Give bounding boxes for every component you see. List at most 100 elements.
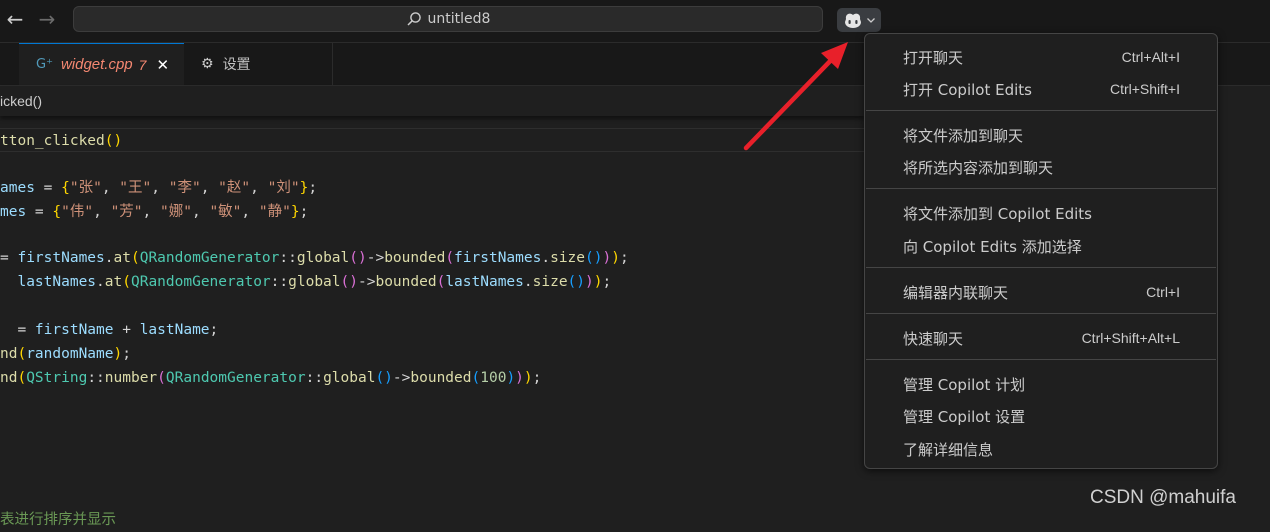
breadcrumb[interactable]: icked() — [0, 86, 864, 116]
menu-separator — [866, 188, 1216, 189]
cpp-file-icon: G⁺ — [36, 57, 53, 72]
settings-icon: ⚙ — [201, 56, 214, 72]
code-token: QRandomGenerator — [165, 370, 306, 386]
code-token: ) — [611, 250, 620, 266]
menu-item-label: 快速聊天 — [903, 329, 964, 348]
code-token: tton_clicked — [0, 133, 105, 149]
menu-item[interactable]: 管理 Copilot 计划 — [865, 370, 1217, 398]
code-line[interactable]: ames = {"张", "王", "李", "赵", "刘"}; — [0, 176, 317, 200]
code-token: , — [142, 204, 161, 220]
menu-item[interactable]: 了解详细信息 — [865, 435, 1217, 463]
code-token: . — [104, 250, 114, 266]
code-token: firstName — [34, 322, 114, 338]
search-text: untitled8 — [427, 11, 491, 27]
code-token: firstNames — [454, 250, 542, 266]
code-token: 表进行排序并显示 — [0, 512, 116, 528]
menu-item-shortcut: Ctrl+I — [1146, 284, 1180, 300]
code-token: , — [191, 204, 210, 220]
code-line[interactable]: mes = {"伟", "芳", "娜", "敏", "静"}; — [0, 200, 308, 224]
back-arrow-icon[interactable]: ← — [3, 8, 27, 32]
tab-label: widget.cpp — [60, 56, 133, 73]
code-token: "张" — [69, 180, 102, 196]
code-token: = — [26, 204, 53, 220]
code-token: ; — [122, 346, 131, 362]
code-token: ( — [17, 370, 27, 386]
code-token: ; — [308, 180, 318, 196]
code-token: ; — [299, 204, 309, 220]
menu-separator — [866, 359, 1216, 360]
menu-item[interactable]: 打开 Copilot Edits Ctrl+Shift+I — [865, 75, 1217, 103]
code-token: "静" — [258, 204, 291, 220]
code-line[interactable]: = firstNames.at(QRandomGenerator::global… — [0, 246, 629, 270]
menu-item-shortcut: Ctrl+Alt+I — [1121, 49, 1180, 65]
code-token: -> — [366, 250, 385, 266]
forward-arrow-icon[interactable]: → — [35, 8, 59, 32]
code-token: ( — [471, 370, 481, 386]
code-line[interactable]: 表进行排序并显示 — [0, 508, 116, 532]
code-token: "伟" — [61, 204, 94, 220]
code-token: "敏" — [209, 204, 242, 220]
code-token: global — [323, 370, 376, 386]
code-token: -> — [392, 370, 411, 386]
menu-separator — [866, 313, 1216, 314]
watermark: CSDN @mahuifa — [1090, 487, 1236, 508]
code-token: ( — [130, 250, 140, 266]
menu-item[interactable]: 快速聊天 Ctrl+Shift+Alt+L — [865, 324, 1217, 352]
code-token: () — [585, 250, 603, 266]
menu-separator — [866, 110, 1216, 111]
tab-settings[interactable]: ⚙ 设置 — [185, 43, 333, 85]
code-token: ( — [157, 370, 166, 386]
code-token: :: — [305, 370, 324, 386]
menu-item[interactable]: 将所选内容添加到聊天 — [865, 153, 1217, 181]
code-token: = — [0, 250, 18, 266]
code-token: , — [200, 180, 219, 196]
code-token: size — [532, 274, 568, 290]
menu-item[interactable]: 将文件添加到 Copilot Edits — [865, 199, 1217, 227]
code-token: at — [104, 274, 123, 290]
command-center-search[interactable]: untitled8 — [73, 6, 823, 32]
code-token: QString — [26, 370, 88, 386]
code-token: -> — [358, 274, 376, 290]
menu-item[interactable]: 管理 Copilot 设置 — [865, 402, 1217, 430]
code-token: mes — [0, 204, 27, 220]
code-token: size — [550, 250, 586, 266]
code-line[interactable]: lastNames.at(QRandomGenerator::global()-… — [0, 270, 611, 294]
code-token: ( — [445, 250, 455, 266]
code-token: + — [113, 322, 140, 338]
menu-item[interactable]: 向 Copilot Edits 添加选择 — [865, 232, 1217, 260]
menu-item-label: 打开聊天 — [903, 48, 964, 67]
code-token: at — [113, 250, 131, 266]
menu-item-label: 将所选内容添加到聊天 — [903, 158, 1054, 177]
menu-item-label: 向 Copilot Edits 添加选择 — [903, 237, 1082, 256]
tab-label: 设置 — [222, 57, 251, 73]
copilot-menu-button[interactable] — [837, 8, 881, 32]
code-line[interactable]: nd(QString::number(QRandomGenerator::glo… — [0, 366, 541, 390]
code-token: ; — [532, 370, 542, 386]
code-token: ( — [436, 274, 446, 290]
close-icon[interactable]: ✕ — [156, 56, 169, 74]
code-token: ) — [602, 250, 612, 266]
tab-widget-cpp[interactable]: G⁺ widget.cpp 7 ✕ — [19, 43, 184, 85]
menu-item[interactable]: 将文件添加到聊天 — [865, 121, 1217, 149]
code-token: "李" — [168, 180, 201, 196]
code-line[interactable]: nd(randomName); — [0, 342, 131, 366]
code-token: . — [96, 274, 105, 290]
code-token: ) — [585, 274, 594, 290]
code-line[interactable]: = firstName + lastName; — [0, 318, 218, 342]
menu-item-label: 打开 Copilot Edits — [903, 80, 1032, 99]
code-token: number — [104, 370, 158, 386]
chevron-down-icon — [867, 18, 875, 23]
code-token: , — [241, 204, 259, 220]
code-token: = — [0, 322, 35, 338]
code-line[interactable]: tton_clicked() — [0, 128, 864, 152]
code-token: ) — [515, 370, 524, 386]
menu-item-label: 将文件添加到聊天 — [903, 126, 1024, 145]
copilot-dropdown-menu: 打开聊天 Ctrl+Alt+I 打开 Copilot Edits Ctrl+Shift… — [864, 33, 1218, 469]
code-token: , — [250, 180, 268, 196]
code-token: "娜" — [160, 204, 192, 220]
code-token: 100 — [480, 370, 507, 386]
code-token: lastNames — [445, 274, 524, 290]
menu-item[interactable]: 打开聊天 Ctrl+Alt+I — [865, 43, 1217, 71]
menu-item[interactable]: 编辑器内联聊天 Ctrl+I — [865, 278, 1217, 306]
code-token: () — [104, 133, 123, 149]
